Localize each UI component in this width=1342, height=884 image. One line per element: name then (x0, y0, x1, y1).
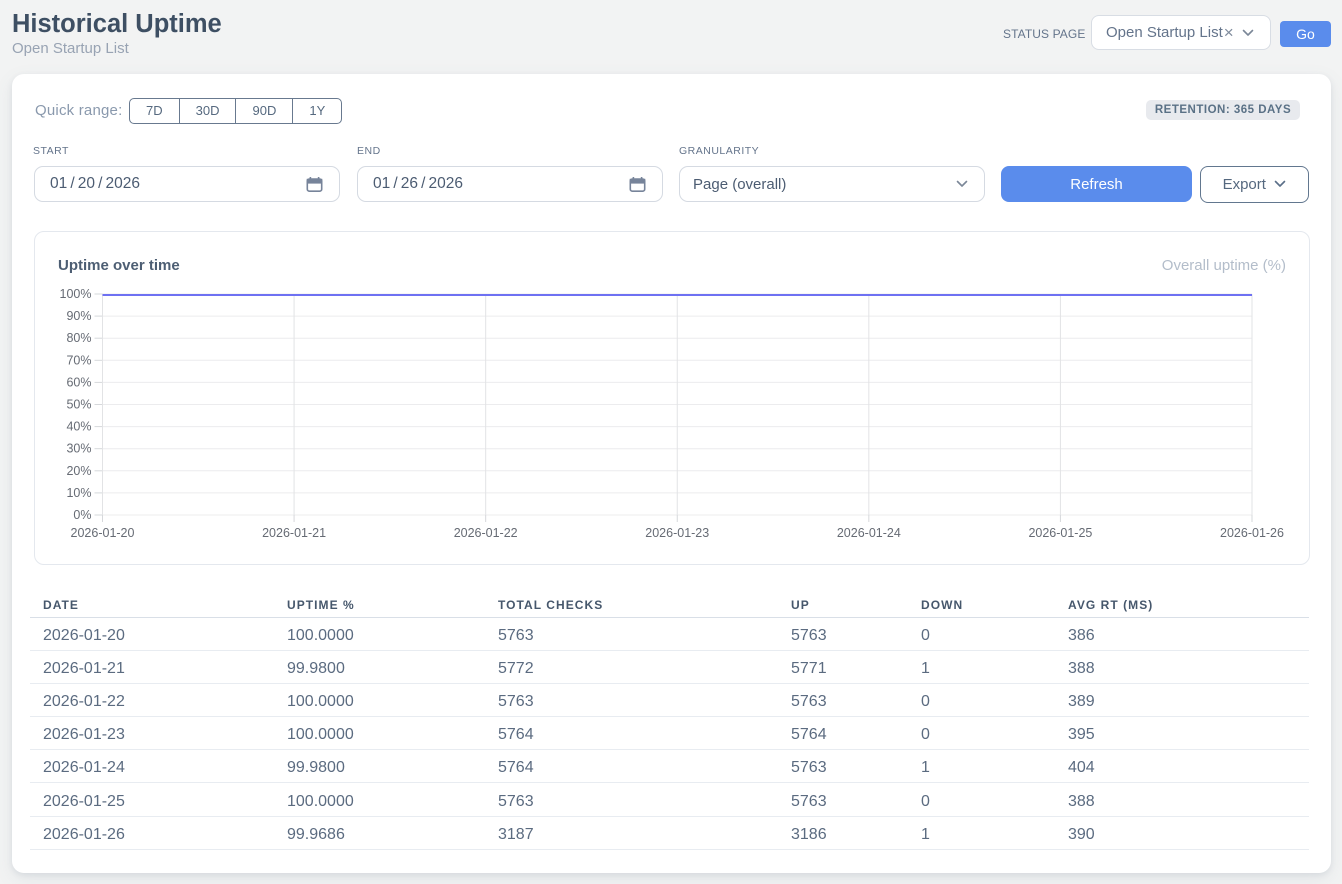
svg-text:10%: 10% (66, 486, 91, 500)
svg-text:70%: 70% (66, 353, 91, 367)
svg-text:80%: 80% (66, 331, 91, 345)
svg-text:2026-01-25: 2026-01-25 (1028, 526, 1092, 540)
svg-text:2026-01-23: 2026-01-23 (645, 526, 709, 540)
svg-text:60%: 60% (66, 375, 91, 389)
svg-text:2026-01-24: 2026-01-24 (837, 526, 901, 540)
svg-text:90%: 90% (66, 309, 91, 323)
svg-text:0%: 0% (73, 508, 91, 522)
svg-text:50%: 50% (66, 398, 91, 412)
svg-text:30%: 30% (66, 442, 91, 456)
svg-text:2026-01-20: 2026-01-20 (71, 526, 135, 540)
svg-text:100%: 100% (60, 287, 92, 301)
svg-text:40%: 40% (66, 420, 91, 434)
svg-text:2026-01-21: 2026-01-21 (262, 526, 326, 540)
svg-text:2026-01-22: 2026-01-22 (454, 526, 518, 540)
svg-text:20%: 20% (66, 464, 91, 478)
svg-text:2026-01-26: 2026-01-26 (1220, 526, 1284, 540)
